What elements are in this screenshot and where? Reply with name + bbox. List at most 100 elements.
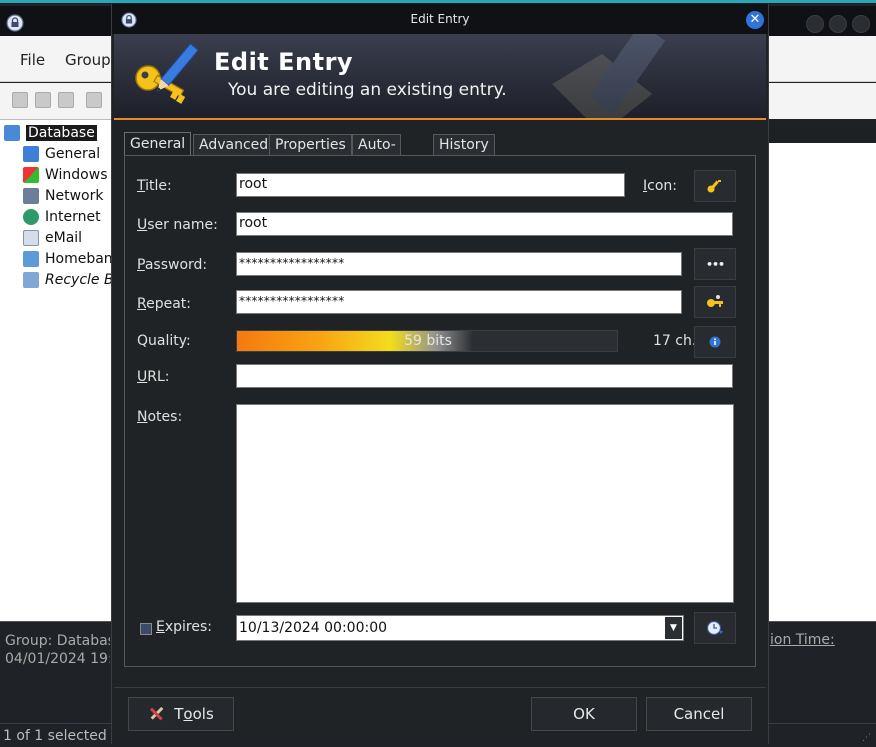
tree-item-label: Windows: [45, 167, 108, 183]
entry-list: [768, 121, 876, 621]
tools-label-post: ols: [192, 705, 214, 723]
tree-item-label: Internet: [45, 209, 101, 225]
url-label-text: RL:: [147, 369, 170, 385]
username-input[interactable]: root: [236, 212, 733, 236]
cancel-button[interactable]: Cancel: [646, 697, 752, 731]
username-label-text: ser name:: [147, 217, 218, 233]
dots-icon: •••: [705, 257, 725, 271]
menu-group[interactable]: Group: [65, 51, 111, 69]
toggle-password-visibility-button[interactable]: •••: [694, 248, 736, 280]
network-icon: [23, 188, 39, 204]
envelope-icon: [23, 230, 39, 246]
folder-icon: [23, 146, 39, 162]
password-label-mnemonic: P: [137, 257, 145, 273]
info-icon: [709, 336, 721, 348]
tab-advanced[interactable]: Advanced: [193, 134, 275, 156]
repeat-label-text: epeat:: [146, 296, 192, 312]
notes-label: Notes:: [137, 409, 182, 425]
title-label-mnemonic: T: [137, 178, 146, 194]
tree-root-label: Database: [26, 125, 97, 141]
tools-label-mnemonic: o: [183, 705, 193, 723]
tools-label-pre: T: [174, 705, 184, 723]
key-pencil-icon: [135, 43, 199, 104]
menu-file[interactable]: File: [20, 51, 45, 69]
expires-label-text: xpires:: [164, 619, 212, 635]
folder-open-icon: [4, 125, 20, 141]
tab-general[interactable]: General: [124, 132, 192, 157]
dialog-close-button[interactable]: ✕: [746, 11, 764, 29]
edit-entry-dialog: Edit Entry ✕ Edit Entry You are editing …: [111, 4, 769, 744]
icon-label-text: con:: [647, 178, 677, 194]
password-length: 17 ch.: [653, 333, 697, 349]
add-entry-icon[interactable]: [86, 92, 102, 108]
icon-label: Icon:: [643, 178, 677, 194]
tools-button[interactable]: To ols: [128, 697, 234, 731]
dialog-title: Edit Entry: [410, 12, 470, 26]
recycle-bin-icon: [23, 272, 39, 288]
keepass-lock-icon: [6, 14, 24, 32]
details-group: Group: Database: [5, 633, 110, 649]
notes-label-mnemonic: N: [137, 409, 148, 425]
resize-grip[interactable]: ⋰: [862, 733, 874, 745]
password-quality-text: 59 bits: [404, 333, 452, 349]
tab-history[interactable]: History: [433, 134, 495, 156]
ok-button[interactable]: OK: [531, 697, 637, 731]
title-input[interactable]: root: [236, 173, 625, 197]
windows-logo-icon: [23, 167, 39, 183]
url-label-mnemonic: U: [137, 369, 148, 385]
expiry-dropdown-button[interactable]: ▼: [665, 617, 682, 639]
tree-item-email[interactable]: eMail: [23, 228, 82, 248]
expires-label[interactable]: Expires:: [156, 619, 212, 635]
banner-subtitle: You are editing an existing entry.: [228, 80, 507, 100]
tools-icon: [150, 706, 164, 721]
password-generator-button[interactable]: [694, 286, 736, 318]
details-left: Group: Database 04/01/2024 19:3: [5, 632, 110, 668]
password-quality-bar: 59 bits: [236, 330, 618, 352]
main-close-button[interactable]: [852, 15, 870, 33]
url-label: URL:: [137, 369, 170, 385]
notes-label-text: otes:: [147, 409, 183, 425]
tree-item-label: eMail: [45, 230, 83, 246]
dialog-separator: [114, 687, 766, 688]
tab-auto-type[interactable]: Auto-Type: [352, 134, 401, 173]
expires-label-mnemonic: E: [156, 619, 165, 635]
tab-properties[interactable]: Properties: [269, 134, 352, 156]
repeat-password-input[interactable]: *****************: [236, 290, 682, 314]
tree-item-windows[interactable]: Windows: [23, 165, 108, 185]
password-label: Password:: [137, 257, 207, 273]
details-date: 04/01/2024 19:3: [5, 651, 110, 667]
percent-icon: [23, 251, 39, 267]
notes-textarea[interactable]: [236, 404, 734, 603]
title-label: Title:: [137, 178, 172, 194]
username-label-mnemonic: U: [137, 217, 148, 233]
new-database-icon[interactable]: [12, 92, 28, 108]
tree-item-database[interactable]: Database: [4, 123, 97, 143]
url-input[interactable]: [236, 364, 733, 388]
quality-label: Quality:: [137, 333, 191, 349]
save-database-icon[interactable]: [58, 92, 74, 108]
tree-item-network[interactable]: Network: [23, 186, 103, 206]
tree-item-general[interactable]: General: [23, 144, 100, 164]
globe-icon: [23, 209, 39, 225]
dialog-banner: Edit Entry You are editing an existing e…: [114, 34, 766, 120]
details-creation-time: ion Time:: [770, 632, 835, 648]
password-label-text: assword:: [144, 257, 208, 273]
password-input[interactable]: *****************: [236, 252, 682, 276]
username-label: User name:: [137, 217, 218, 233]
clock-icon: [706, 620, 723, 636]
title-label-text: itle:: [145, 178, 172, 194]
status-text: 1 of 1 selected: [3, 728, 107, 744]
tree-item-label: Network: [45, 188, 104, 204]
repeat-label-mnemonic: R: [137, 296, 147, 312]
key-icon: [707, 180, 721, 193]
expiry-datetime-input[interactable]: 10/13/2024 00:00:00: [236, 615, 684, 641]
minimize-button[interactable]: [806, 15, 824, 33]
tree-item-internet[interactable]: Internet: [23, 207, 101, 227]
dialog-titlebar: Edit Entry ✕: [112, 4, 768, 34]
expiry-presets-button[interactable]: [694, 612, 736, 644]
icon-picker-button[interactable]: [694, 170, 736, 202]
maximize-button[interactable]: [829, 15, 847, 33]
open-database-icon[interactable]: [35, 92, 51, 108]
quality-info-button[interactable]: [694, 326, 736, 358]
expires-checkbox[interactable]: [140, 623, 152, 635]
